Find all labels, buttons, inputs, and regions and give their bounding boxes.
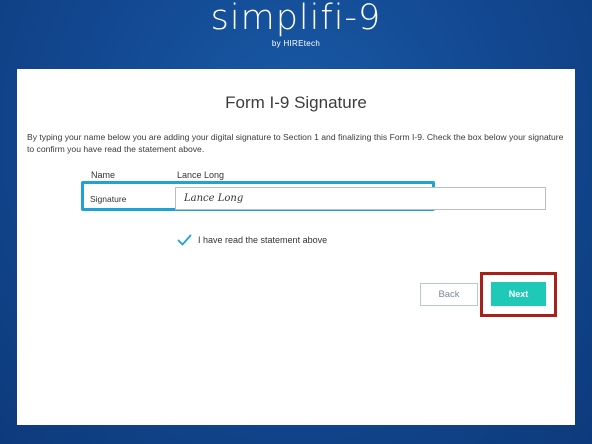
next-button[interactable]: Next [491,282,546,306]
intro-text: By typing your name below you are adding… [27,132,564,154]
page-title: Form I-9 Signature [225,93,367,112]
simplifi9-logo: simplifi-9 [210,0,382,38]
signature-card: Form I-9 Signature By typing your name b… [17,69,575,425]
check-icon[interactable] [177,234,192,246]
brand-header: simplifi-9 by HIREtech [0,0,592,68]
signature-input[interactable]: Lance Long [175,187,546,210]
name-label: Name [91,170,116,180]
back-button[interactable]: Back [420,283,478,306]
checkbox-label[interactable]: I have read the statement above [198,235,327,245]
brand-byline: by HIREtech [271,39,321,48]
name-value: Lance Long [177,170,225,180]
signature-label: Signature [90,194,127,204]
